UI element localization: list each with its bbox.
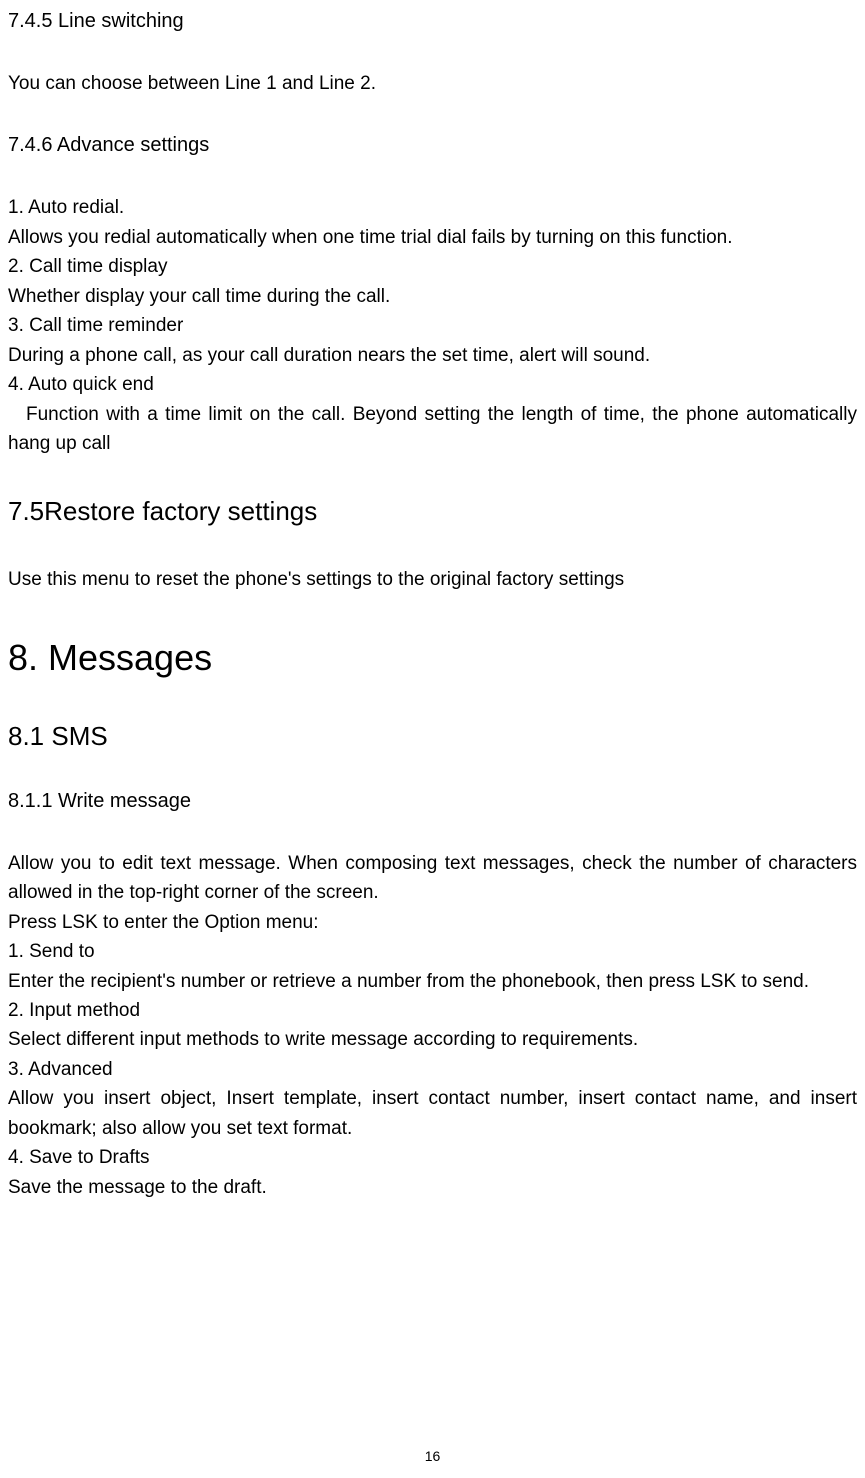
list-item-title: 4. Auto quick end	[8, 370, 857, 399]
list-item-body: Allow you insert object, Insert template…	[8, 1084, 857, 1143]
heading-7-4-6: 7.4.6 Advance settings	[8, 134, 857, 157]
list-item-body: Select different input methods to write …	[8, 1025, 857, 1054]
paragraph: Use this menu to reset the phone's setti…	[8, 565, 857, 594]
heading-7-5: 7.5Restore factory settings	[8, 496, 857, 527]
list-item-body: Save the message to the draft.	[8, 1173, 857, 1202]
paragraph: Allow you to edit text message. When com…	[8, 849, 857, 908]
list-item-title: 3. Advanced	[8, 1055, 857, 1084]
list-item-title: 3. Call time reminder	[8, 311, 857, 340]
page-number: 16	[0, 1448, 865, 1464]
list-item-title: 4. Save to Drafts	[8, 1143, 857, 1172]
heading-8-1-1: 8.1.1 Write message	[8, 790, 857, 813]
heading-7-4-5: 7.4.5 Line switching	[8, 10, 857, 33]
list-item-title: 2. Call time display	[8, 252, 857, 281]
list-item-title: 2. Input method	[8, 996, 857, 1025]
paragraph: You can choose between Line 1 and Line 2…	[8, 69, 857, 98]
paragraph: Press LSK to enter the Option menu:	[8, 908, 857, 937]
list-item-body: During a phone call, as your call durati…	[8, 341, 857, 370]
list-item-body: Allows you redial automatically when one…	[8, 223, 857, 252]
list-item-body: Enter the recipient's number or retrieve…	[8, 967, 857, 996]
document-page: 7.4.5 Line switching You can choose betw…	[0, 10, 865, 1202]
list-item-body: Function with a time limit on the call. …	[8, 400, 857, 459]
heading-8: 8. Messages	[8, 637, 857, 679]
heading-8-1: 8.1 SMS	[8, 721, 857, 752]
list-item-title: 1. Auto redial.	[8, 193, 857, 222]
list-item-title: 1. Send to	[8, 937, 857, 966]
list-item-body: Whether display your call time during th…	[8, 282, 857, 311]
